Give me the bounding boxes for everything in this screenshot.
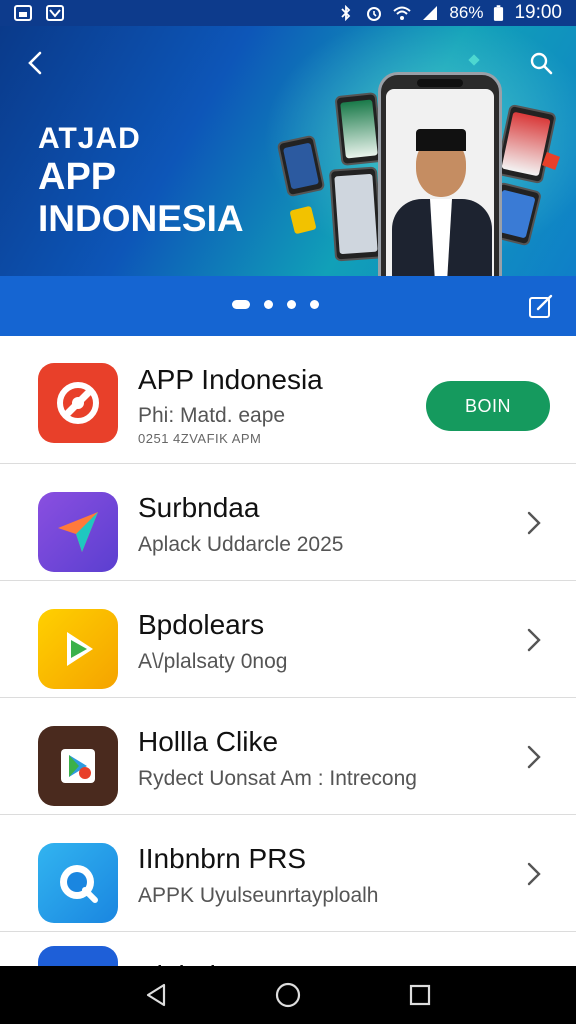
nav-back-button[interactable] (136, 975, 176, 1015)
list-item[interactable]: Bpdolears A\/plalsaty 0nog (0, 581, 576, 698)
hero-title-line2: APP (38, 156, 117, 198)
app-subtitle: Rydect Uonsat Am : Intrecong (138, 767, 417, 790)
phone-notch (417, 79, 463, 87)
nav-recents-button[interactable] (400, 975, 440, 1015)
list-item[interactable]: APP Indonesia Phi: Matd. eape 0251 4ZVAF… (0, 336, 576, 464)
alarm-icon (367, 7, 382, 21)
carousel-bar (0, 276, 576, 336)
person-cap (416, 129, 466, 151)
nav-home-button[interactable] (268, 975, 308, 1015)
phone-screen (386, 89, 494, 276)
floating-phone-2 (334, 91, 384, 167)
hero-title-line1: ATJAD (38, 122, 141, 155)
chevron-right-icon[interactable] (522, 508, 546, 538)
floating-phone-3 (328, 166, 384, 262)
app-list: APP Indonesia Phi: Matd. eape 0251 4ZVAF… (0, 336, 576, 992)
status-right-icons: 86% 19:00 (337, 2, 562, 24)
search-lens-icon (38, 843, 118, 923)
status-time: 19:00 (514, 2, 562, 23)
orange-badge-icon (38, 363, 118, 443)
app-notification-icon (46, 5, 64, 21)
app-title: IInbnbrn PRS (138, 843, 307, 874)
hero-phone (378, 72, 502, 276)
battery-percent: 86% (449, 3, 484, 22)
app-subtitle: APPK Uyulseunrtayploalh (138, 884, 379, 907)
signal-icon (423, 6, 438, 20)
hero-title: ATJAD APP INDONESIA (38, 122, 244, 239)
circle-home-icon (275, 982, 301, 1008)
carousel-dot-2[interactable] (264, 300, 273, 309)
app-title: Surbndaa (138, 492, 260, 523)
carousel-dot-3[interactable] (287, 300, 296, 309)
battery-icon (494, 4, 504, 21)
chevron-right-icon[interactable] (522, 625, 546, 655)
app-subtitle: Phi: Matd. eape (138, 404, 286, 427)
app-subtitle: A\/plalsaty 0nog (138, 650, 288, 673)
paper-plane-icon (38, 492, 118, 572)
carousel-dots (232, 300, 319, 309)
status-bar: 86% 19:00 (0, 0, 576, 26)
carousel-dot-4[interactable] (310, 300, 319, 309)
app-subtitle: Aplack Uddarcle 2025 (138, 533, 344, 556)
list-item[interactable]: Hollla Clike Rydect Uonsat Am : Intrecon… (0, 698, 576, 815)
play-arrow-icon (38, 609, 118, 689)
app-detail: 0251 4ZVAFIK APM (138, 431, 262, 446)
app-title: Bpdolears (138, 609, 265, 640)
navigation-bar (0, 966, 576, 1024)
bluetooth-icon (341, 5, 351, 21)
search-icon (530, 52, 553, 75)
chevron-right-icon[interactable] (522, 742, 546, 772)
app-title: APP Indonesia (138, 364, 323, 395)
chevron-right-icon[interactable] (522, 859, 546, 889)
map-pin-icon (38, 726, 118, 806)
chevron-left-icon (28, 51, 42, 75)
wifi-icon (393, 6, 412, 20)
square-recents-icon (409, 984, 431, 1006)
back-button[interactable] (20, 48, 50, 78)
edit-icon[interactable] (528, 293, 554, 319)
hero-banner[interactable]: ATJAD APP INDONESIA (0, 26, 576, 276)
status-left-icons (14, 5, 64, 21)
list-item[interactable]: IInbnbrn PRS APPK Uyulseunrtayploalh (0, 815, 576, 932)
install-button[interactable]: BOIN (426, 381, 550, 431)
gallery-notification-icon (14, 5, 32, 21)
search-button[interactable] (526, 48, 556, 78)
list-item[interactable]: Surbndaa Aplack Uddarcle 2025 (0, 464, 576, 581)
hero-title-line3: INDONESIA (38, 198, 244, 239)
triangle-back-icon (146, 983, 166, 1007)
app-title: Hollla Clike (138, 726, 279, 757)
carousel-dot-1[interactable] (232, 300, 250, 309)
